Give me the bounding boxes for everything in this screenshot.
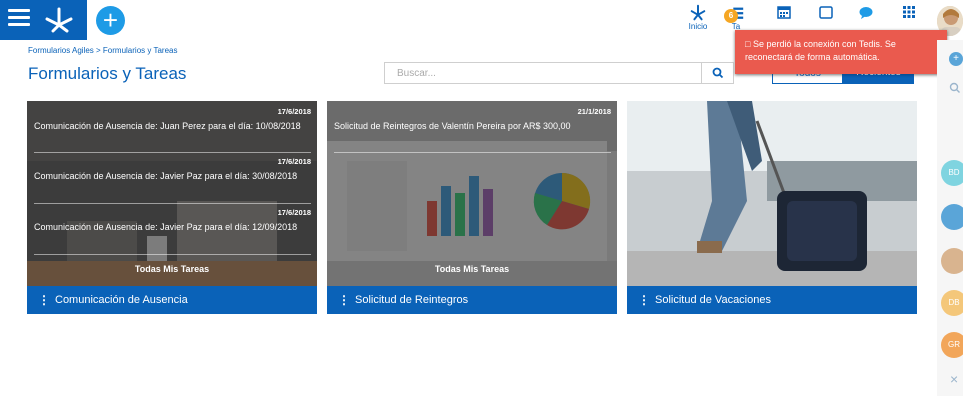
calendar-icon [777, 6, 791, 19]
task-date: 17/6/2018 [277, 157, 311, 166]
more-options-icon[interactable]: ⋮ [638, 286, 650, 314]
task-date: 17/6/2018 [277, 208, 311, 217]
rail-contact-avatar[interactable] [941, 204, 963, 230]
more-options-icon[interactable]: ⋮ [38, 286, 50, 314]
divider [34, 152, 311, 153]
task-text: Solicitud de Reintegros de Valentín Pere… [334, 121, 571, 131]
card-vacaciones-footer[interactable]: ⋮ Solicitud de Vacaciones [627, 286, 917, 314]
more-options-icon[interactable]: ⋮ [338, 286, 350, 314]
rail-contact-chip[interactable]: BD [941, 160, 963, 186]
nav-inicio[interactable]: Inicio [684, 4, 712, 40]
task-date: 17/6/2018 [277, 107, 311, 116]
apps-grid-icon [903, 6, 915, 18]
search-button[interactable] [701, 63, 734, 83]
task-date: 21/1/2018 [577, 107, 611, 116]
search-input[interactable]: Buscar... [397, 68, 436, 79]
add-button[interactable]: + [96, 6, 125, 35]
card-title: Solicitud de Reintegros [355, 294, 469, 306]
toast-text: Se perdió la conexión con Tedis. Se reco… [745, 39, 896, 62]
nav-inicio-label: Inicio [688, 22, 708, 31]
menu-icon[interactable] [8, 9, 30, 29]
toast-icon: □ [745, 39, 753, 49]
divider [34, 254, 311, 255]
page-title: Formularios y Tareas [28, 64, 187, 83]
card-title: Solicitud de Vacaciones [655, 294, 771, 306]
card-ausencia[interactable]: 17/6/2018 Comunicación de Ausencia de: J… [27, 101, 317, 314]
card-reintegros-footer[interactable]: ⋮ Solicitud de Reintegros [327, 286, 617, 314]
card-ausencia-footer[interactable]: ⋮ Comunicación de Ausencia [27, 286, 317, 314]
filter-toggle[interactable]: Todos Recientes [772, 62, 914, 84]
search-box[interactable]: Buscar... [384, 62, 734, 84]
home-icon [690, 4, 706, 21]
chat-icon [859, 7, 873, 19]
card-title: Comunicación de Ausencia [55, 294, 188, 306]
logo-icon[interactable] [43, 7, 75, 33]
toggle-recent[interactable]: Recientes [843, 62, 914, 84]
toggle-all[interactable]: Todos [772, 62, 843, 84]
rail-contact-photo[interactable] [941, 248, 963, 274]
rail-add-icon[interactable]: + [949, 52, 963, 66]
rail-contact-chip[interactable]: DB [941, 290, 963, 316]
card-vacaciones-image [627, 101, 917, 286]
tasks-badge: 6 [724, 9, 738, 23]
task-text: Comunicación de Ausencia de: Javier Paz … [34, 222, 298, 232]
divider [34, 203, 311, 204]
window-icon [819, 6, 833, 19]
close-icon[interactable]: × [950, 371, 958, 387]
card-vacaciones[interactable]: ⋮ Solicitud de Vacaciones [627, 101, 917, 314]
all-tasks-link[interactable]: Todas Mis Tareas [27, 264, 317, 274]
divider [334, 152, 611, 153]
all-tasks-link[interactable]: Todas Mis Tareas [327, 264, 617, 274]
rail-search-icon[interactable] [949, 82, 961, 94]
task-text: Comunicación de Ausencia de: Javier Paz … [34, 171, 298, 181]
task-text: Comunicación de Ausencia de: Juan Perez … [34, 121, 301, 131]
rail-contact-chip[interactable]: GR [941, 332, 963, 358]
search-icon [712, 67, 724, 79]
breadcrumb[interactable]: Formularios Agiles > Formularios y Tarea… [28, 46, 177, 55]
brand-area [0, 0, 87, 40]
card-reintegros[interactable]: 21/1/2018 Solicitud de Reintegros de Val… [327, 101, 617, 314]
